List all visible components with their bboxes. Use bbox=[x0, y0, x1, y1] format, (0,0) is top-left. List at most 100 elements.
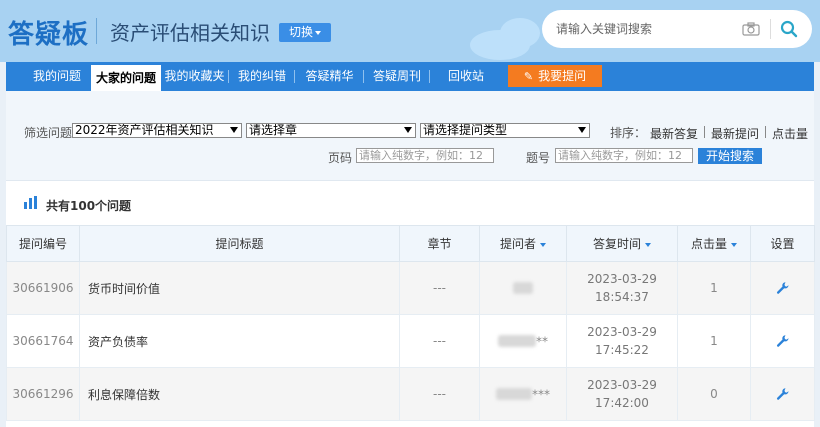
click-count: 1 bbox=[677, 261, 751, 315]
reply-time: 2023-03-29 18:54:37 bbox=[566, 261, 678, 315]
question-title[interactable]: 货币时间价值 bbox=[79, 261, 400, 315]
site-header: 答疑板 资产评估相关知识 切换 bbox=[0, 0, 820, 62]
question-asker: *** bbox=[479, 367, 567, 421]
asker-suffix: *** bbox=[532, 387, 550, 402]
header-clicks[interactable]: 点击量 bbox=[677, 225, 751, 262]
year-select-value: 2022年资产评估相关知识 bbox=[75, 123, 214, 137]
nav-everyone-questions[interactable]: 大家的问题 bbox=[91, 65, 161, 91]
table-row[interactable]: 30661296 利息保障倍数 --- *** 2023-03-29 17:42:… bbox=[6, 367, 815, 421]
main-nav: 我的问题 大家的问题 我的收藏夹 我的纠错 答疑精华 答疑周刊 回收站 ✎ 我要提… bbox=[6, 62, 814, 91]
header-asker-label: 提问者 bbox=[499, 237, 536, 251]
click-count: 1 bbox=[677, 314, 751, 368]
table-header-row: 提问编号 提问标题 章节 提问者 答复时间 点击量 设置 bbox=[6, 225, 815, 262]
bar-chart-icon bbox=[24, 196, 37, 209]
search-box bbox=[542, 10, 812, 48]
dropdown-arrow-icon bbox=[230, 127, 238, 133]
chapter-select[interactable]: 请选择章 bbox=[246, 123, 416, 138]
table-row[interactable]: 30661906 货币时间价值 --- 2023-03-29 18:54:37 1 bbox=[6, 261, 815, 315]
question-id: 30661296 bbox=[6, 367, 80, 421]
blurred-asker-name bbox=[498, 335, 536, 348]
header-reply-time[interactable]: 答复时间 bbox=[566, 225, 678, 262]
reply-time: 2023-03-29 17:45:22 bbox=[566, 314, 678, 368]
reply-date: 2023-03-29 bbox=[587, 325, 657, 339]
header-clicks-label: 点击量 bbox=[690, 237, 727, 251]
questions-table: 提问编号 提问标题 章节 提问者 答复时间 点击量 设置 30661906 货币… bbox=[6, 225, 815, 421]
main-content: 筛选问题 2022年资产评估相关知识 请选择章 请选择提问类型 排序： 最新答复… bbox=[6, 91, 815, 427]
sort-latest-reply[interactable]: 最新答复 bbox=[650, 125, 698, 142]
chapter-select-value: 请选择章 bbox=[249, 123, 298, 137]
wrench-icon[interactable] bbox=[776, 387, 790, 401]
question-title[interactable]: 利息保障倍数 bbox=[79, 367, 400, 421]
nav-my-questions[interactable]: 我的问题 bbox=[28, 62, 86, 91]
sort-caret-icon bbox=[540, 242, 546, 247]
wrench-icon[interactable] bbox=[776, 281, 790, 295]
question-id: 30661764 bbox=[6, 314, 80, 368]
settings-cell bbox=[750, 314, 815, 368]
cloud-decoration bbox=[500, 18, 540, 48]
sort-latest-question[interactable]: 最新提问 bbox=[711, 125, 759, 142]
reply-clock: 18:54:37 bbox=[595, 290, 649, 304]
ask-question-label: 我要提问 bbox=[538, 69, 587, 83]
nav-my-favorites[interactable]: 我的收藏夹 bbox=[163, 62, 226, 91]
type-select[interactable]: 请选择提问类型 bbox=[420, 123, 590, 138]
nav-divider bbox=[363, 70, 364, 83]
reply-clock: 17:42:00 bbox=[595, 396, 649, 410]
sort-divider bbox=[765, 126, 766, 138]
header-asker[interactable]: 提问者 bbox=[479, 225, 567, 262]
reply-date: 2023-03-29 bbox=[587, 378, 657, 392]
caret-down-icon bbox=[315, 30, 321, 35]
reply-date: 2023-03-29 bbox=[587, 272, 657, 286]
switch-label: 切换 bbox=[288, 25, 313, 39]
question-count-row: 共有100个问题 bbox=[6, 183, 814, 225]
settings-cell bbox=[750, 367, 815, 421]
question-count: 共有100个问题 bbox=[46, 199, 132, 213]
dropdown-arrow-icon bbox=[404, 127, 412, 133]
sort-caret-icon bbox=[731, 242, 737, 247]
header-chapter: 章节 bbox=[399, 225, 480, 262]
dropdown-arrow-icon bbox=[578, 127, 586, 133]
header-question-id: 提问编号 bbox=[6, 225, 80, 262]
table-row[interactable]: 30661764 资产负债率 --- ** 2023-03-29 17:45:22… bbox=[6, 314, 815, 368]
header-reply-time-label: 答复时间 bbox=[592, 237, 641, 251]
switch-subject-button[interactable]: 切换 bbox=[279, 23, 331, 42]
click-count: 0 bbox=[677, 367, 751, 421]
header-settings: 设置 bbox=[750, 225, 815, 262]
question-id: 30661906 bbox=[6, 261, 80, 315]
nav-answer-weekly[interactable]: 答疑周刊 bbox=[367, 62, 427, 91]
question-title[interactable]: 资产负债率 bbox=[79, 314, 400, 368]
sort-caret-icon bbox=[645, 242, 651, 247]
question-number-label: 题号 bbox=[526, 151, 551, 165]
page-input[interactable] bbox=[356, 148, 494, 163]
sort-divider bbox=[704, 126, 705, 138]
header-question-title: 提问标题 bbox=[79, 225, 400, 262]
filter-label: 筛选问题 bbox=[24, 126, 73, 140]
blurred-asker-name bbox=[513, 282, 533, 295]
question-chapter: --- bbox=[399, 367, 480, 421]
reply-time: 2023-03-29 17:42:00 bbox=[566, 367, 678, 421]
search-input[interactable] bbox=[556, 19, 736, 39]
search-icon[interactable] bbox=[780, 20, 798, 38]
sort-clicks[interactable]: 点击量 bbox=[772, 125, 808, 142]
nav-divider bbox=[294, 70, 295, 83]
subject-title: 资产评估相关知识 bbox=[110, 21, 270, 45]
filter-panel: 筛选问题 2022年资产评估相关知识 请选择章 请选择提问类型 排序： 最新答复… bbox=[6, 91, 814, 181]
search-divider bbox=[770, 19, 771, 39]
page-label: 页码 bbox=[328, 151, 353, 165]
question-chapter: --- bbox=[399, 314, 480, 368]
ask-question-button[interactable]: ✎ 我要提问 bbox=[508, 65, 602, 87]
settings-cell bbox=[750, 261, 815, 315]
nav-answer-highlights[interactable]: 答疑精华 bbox=[298, 62, 361, 91]
sort-label: 排序： bbox=[610, 126, 647, 140]
nav-my-corrections[interactable]: 我的纠错 bbox=[232, 62, 292, 91]
question-chapter: --- bbox=[399, 261, 480, 315]
year-select[interactable]: 2022年资产评估相关知识 bbox=[72, 123, 242, 138]
question-asker bbox=[479, 261, 567, 315]
wrench-icon[interactable] bbox=[776, 334, 790, 348]
site-logo[interactable]: 答疑板 bbox=[8, 14, 89, 51]
nav-recycle-bin[interactable]: 回收站 bbox=[436, 62, 496, 91]
question-number-input[interactable] bbox=[555, 148, 693, 163]
camera-icon[interactable] bbox=[742, 22, 760, 36]
type-select-value: 请选择提问类型 bbox=[423, 123, 508, 137]
logo-divider bbox=[96, 18, 97, 44]
start-search-button[interactable]: 开始搜索 bbox=[698, 148, 762, 164]
